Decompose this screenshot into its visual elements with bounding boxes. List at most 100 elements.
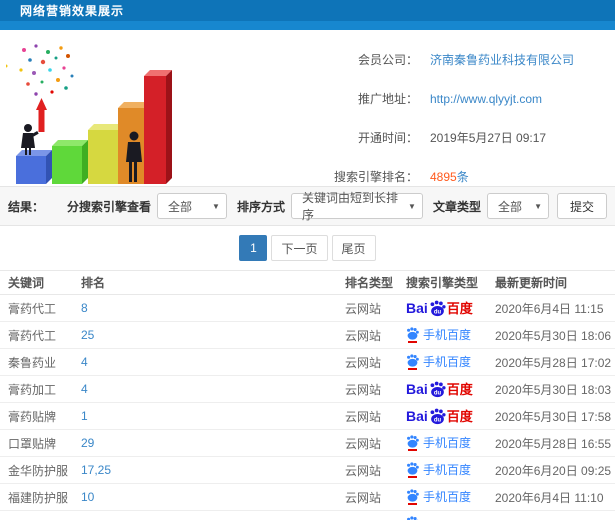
title-bar-strip <box>0 21 615 30</box>
baidu-paw-icon: du <box>430 408 446 424</box>
table-row: 口罩贴牌 29 云网站 手机百度 2020年5月28日 16:55 <box>0 429 615 457</box>
keyword-cell: 膏药代工 <box>0 321 73 349</box>
rank-link[interactable]: 17,25 <box>81 463 111 477</box>
confetti-dots <box>4 44 74 96</box>
table-row: 膏药贴牌 1 云网站 Bai du 百度 2020年5月30日 17:58 <box>0 402 615 430</box>
header-updated: 最新更新时间 <box>487 270 615 295</box>
keyword-cell: 膏药代工 <box>0 294 73 322</box>
company-link[interactable]: 济南秦鲁药业科技有限公司 <box>430 51 574 68</box>
rank-count-unit: 条 <box>456 170 469 184</box>
keyword-cell: 膏药加工 <box>0 375 73 403</box>
article-type-label: 文章类型 <box>432 199 481 214</box>
info-row-opened: 开通时间： 2019年5月27日 09:17 <box>178 118 615 157</box>
chevron-down-icon: ▼ <box>408 201 416 211</box>
engine-filter-label: 分搜索引擎查看 <box>66 199 151 214</box>
mobile-baidu-logo: 手机百度 <box>406 489 471 505</box>
article-type-value: 全部 <box>497 199 522 214</box>
paw-underline <box>408 476 417 478</box>
rank-link[interactable]: 4 <box>81 355 88 369</box>
article-type-select[interactable]: 全部 ▼ <box>486 193 549 219</box>
baidu-logo: Bai du 百度 <box>406 300 473 316</box>
chevron-down-icon: ▼ <box>212 201 220 211</box>
mobile-baidu-logo: 手机百度 <box>406 462 471 478</box>
svg-text:du: du <box>434 309 442 315</box>
sort-filter-value: 关键词由短到长排序 <box>301 191 398 222</box>
keyword-cell: 膏药贴牌 <box>0 402 73 430</box>
result-label: 结果： <box>8 199 45 214</box>
title-bar: 网络营销效果展示 <box>0 0 615 21</box>
filter-controls: 分搜索引擎查看 全部 ▼ 排序方式 关键词由短到长排序 ▼ 文章类型 全部 ▼ … <box>57 191 607 222</box>
rank-link[interactable]: 25 <box>81 328 94 342</box>
rank-type-cell: 云网站 <box>337 321 398 349</box>
rank-link[interactable]: 29 <box>81 436 94 450</box>
table-row: 膏药加工 4 云网站 Bai du 百度 2020年5月30日 18:03 <box>0 375 615 403</box>
baidu-logo: Bai du 百度 <box>406 381 473 397</box>
paw-underline <box>408 449 417 451</box>
mobile-baidu-paw-icon <box>407 462 419 475</box>
chevron-down-icon: ▼ <box>534 201 542 211</box>
updated-cell: 2020年5月30日 18:06 <box>487 321 615 349</box>
page-button-last[interactable]: 尾页 <box>331 235 376 261</box>
sort-filter-select[interactable]: 关键词由短到长排序 ▼ <box>290 191 423 222</box>
rank-link[interactable]: 1 <box>81 409 88 423</box>
updated-cell: 2020年6月4日 11:15 <box>487 294 615 322</box>
rank-count-number: 4895 <box>430 170 457 184</box>
rank-count-label: 搜索引擎排名： <box>333 170 418 184</box>
promo-url-link[interactable]: http://www.qlyyjt.com <box>430 92 542 106</box>
rank-type-cell: 云网站 <box>337 483 398 511</box>
rank-link[interactable]: 8 <box>81 301 88 315</box>
open-time-value: 2019年5月27日 09:17 <box>430 131 547 145</box>
header-rank: 排名 <box>73 270 337 295</box>
table-row: 膏药代工 8 云网站 Bai du 百度 2020年6月4日 11:15 <box>0 294 615 322</box>
table-row: 金华防护服 17,25 云网站 手机百度 2020年6月20日 09:25 <box>0 456 615 484</box>
rank-type-cell: 云网站 <box>337 429 398 457</box>
table-header-row: 关键词 排名 排名类型 搜索引擎类型 最新更新时间 <box>0 270 615 295</box>
page-button-current[interactable]: 1 <box>239 235 268 261</box>
table-row: 福建防护服 10 云网站 手机百度 2020年6月4日 11:10 <box>0 483 615 511</box>
header-keyword: 关键词 <box>0 270 73 295</box>
mobile-baidu-paw-icon <box>407 327 419 340</box>
mobile-baidu-logo: 手机百度 <box>406 354 471 370</box>
rank-type-cell: 云网站 <box>337 456 398 484</box>
updated-cell: 2020年6月4日 11:10 <box>487 483 615 511</box>
header-rank-type: 排名类型 <box>337 270 398 295</box>
mobile-baidu-paw-icon <box>407 435 419 448</box>
submit-button[interactable]: 提交 <box>556 193 607 219</box>
engine-filter-select[interactable]: 全部 ▼ <box>156 193 227 219</box>
sort-filter-label: 排序方式 <box>236 199 285 214</box>
rank-link[interactable]: 4 <box>81 382 88 396</box>
pagination: 1 下一页 尾页 <box>0 226 615 270</box>
growth-chart-image <box>4 44 172 184</box>
growth-chart-illustration <box>0 36 178 184</box>
svg-text:du: du <box>434 417 442 423</box>
open-time-label: 开通时间： <box>357 131 418 145</box>
results-table: 关键词 排名 排名类型 搜索引擎类型 最新更新时间 膏药代工 8 云网站 Bai… <box>0 270 615 520</box>
keyword-cell: 金华防护服 <box>0 456 73 484</box>
baidu-logo: Bai du 百度 <box>406 408 473 424</box>
paw-underline <box>408 368 417 370</box>
page-title: 网络营销效果展示 <box>20 4 125 18</box>
keyword-cell: 秦鲁药业 <box>0 348 73 376</box>
updated-cell: 2020年5月30日 18:03 <box>487 375 615 403</box>
rank-type-cell: 云网站 <box>337 402 398 430</box>
rank-type-cell: 云网站 <box>337 294 398 322</box>
mobile-baidu-logo: 手机百度 <box>406 327 471 343</box>
keyword-cell: 福建防护服 <box>0 483 73 511</box>
table-row: 膏药代工 25 云网站 手机百度 2020年5月30日 18:06 <box>0 321 615 349</box>
engine-filter-value: 全部 <box>167 199 192 214</box>
mobile-baidu-paw-icon <box>407 489 419 502</box>
table-row-partial <box>0 510 615 520</box>
rank-link[interactable]: 10 <box>81 490 94 504</box>
updated-cell: 2020年6月20日 09:25 <box>487 456 615 484</box>
info-section: 会员公司： 济南秦鲁药业科技有限公司 推广地址： http://www.qlyy… <box>0 30 615 184</box>
keyword-cell: 口罩贴牌 <box>0 429 73 457</box>
paw-underline <box>408 341 417 343</box>
page-button-next[interactable]: 下一页 <box>271 235 328 261</box>
updated-cell: 2020年5月28日 17:02 <box>487 348 615 376</box>
svg-text:du: du <box>434 390 442 396</box>
up-arrow-icon <box>36 98 47 132</box>
promo-url-label: 推广地址： <box>357 92 418 106</box>
mobile-baidu-logo: 手机百度 <box>406 435 471 451</box>
header-engine-type: 搜索引擎类型 <box>398 270 487 295</box>
paw-underline <box>408 503 417 505</box>
